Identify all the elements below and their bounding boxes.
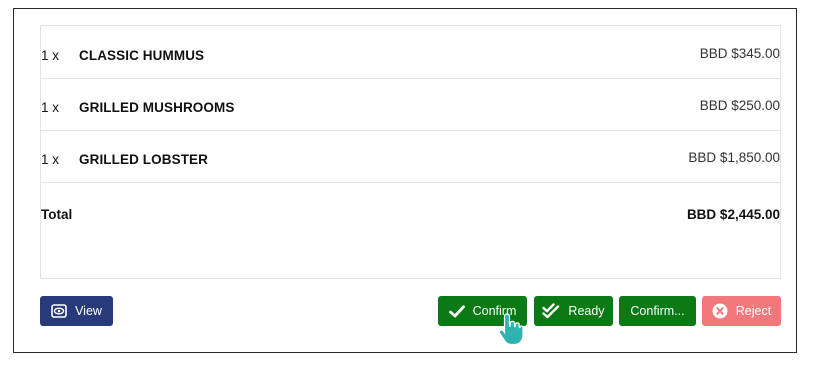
eye-icon <box>51 304 67 318</box>
ready-button[interactable]: Ready <box>534 296 613 326</box>
item-price: BBD $1,850.00 <box>688 150 780 165</box>
total-value: BBD $2,445.00 <box>686 207 780 222</box>
item-quantity: 1 x <box>41 48 60 63</box>
double-check-icon <box>542 303 560 319</box>
order-item-row: 1 x GRILLED MUSHROOMS BBD $250.00 <box>41 79 780 131</box>
item-price: BBD $250.00 <box>699 98 780 113</box>
order-items-panel: 1 x CLASSIC HUMMUS BBD $345.00 1 x GRILL… <box>40 25 781 279</box>
hand-pointer-icon <box>498 312 524 346</box>
confirm-more-button[interactable]: Confirm... <box>619 296 696 326</box>
item-quantity: 1 x <box>41 100 60 115</box>
item-name: CLASSIC HUMMUS <box>79 48 205 63</box>
reject-button[interactable]: Reject <box>702 296 781 326</box>
order-card: 1 x CLASSIC HUMMUS BBD $345.00 1 x GRILL… <box>13 8 797 353</box>
item-quantity: 1 x <box>41 152 60 167</box>
order-item-row: 1 x CLASSIC HUMMUS BBD $345.00 <box>41 26 780 79</box>
total-label: Total <box>41 207 73 222</box>
check-icon <box>448 304 465 318</box>
close-circle-icon <box>712 303 728 319</box>
item-price: BBD $345.00 <box>699 46 780 61</box>
reject-button-label: Reject <box>735 304 772 318</box>
order-total-row: Total BBD $2,445.00 <box>41 207 780 227</box>
view-button[interactable]: View <box>40 296 113 326</box>
view-button-label: View <box>75 304 102 318</box>
order-item-row: 1 x GRILLED LOBSTER BBD $1,850.00 <box>41 131 780 183</box>
item-name: GRILLED MUSHROOMS <box>79 100 235 115</box>
item-name: GRILLED LOBSTER <box>79 152 208 167</box>
confirm-more-button-label: Confirm... <box>630 304 685 318</box>
ready-button-label: Ready <box>568 304 605 318</box>
